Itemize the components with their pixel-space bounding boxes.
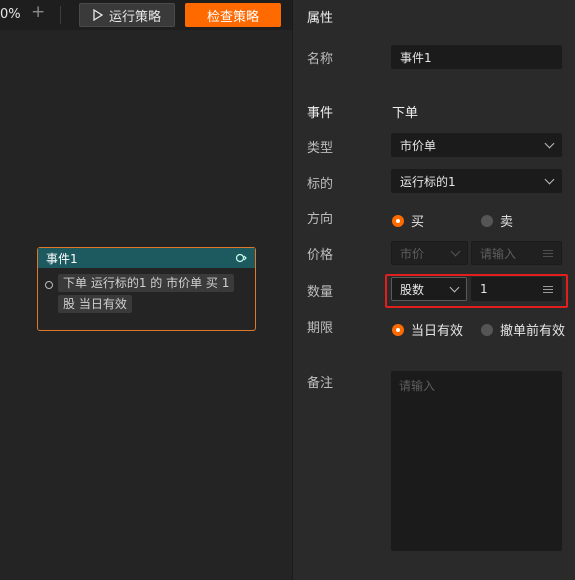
run-strategy-button[interactable]: 运行策略 <box>79 3 175 27</box>
event-node-title: 事件1 <box>46 251 78 266</box>
radio-unchecked-icon <box>481 323 493 336</box>
chevron-down-icon <box>544 138 555 148</box>
direction-label: 方向 <box>307 212 334 227</box>
remark-label: 备注 <box>307 376 334 391</box>
name-input[interactable]: 事件1 <box>391 45 562 69</box>
zoom-in-icon[interactable]: + <box>31 4 45 21</box>
period-label: 期限 <box>307 321 334 336</box>
direction-buy-radio[interactable]: 买 <box>392 211 424 230</box>
period-day-radio[interactable]: 当日有效 <box>392 320 463 339</box>
price-type-value: 市价 <box>400 246 425 261</box>
event-summary-chip: 股 当日有效 <box>58 295 132 313</box>
remark-placeholder: 请输入 <box>399 379 436 393</box>
event-value: 下单 <box>392 106 419 121</box>
period-gtc-label: 撤单前有效 <box>500 324 566 339</box>
input-port-icon[interactable] <box>45 281 53 289</box>
price-label: 价格 <box>307 248 334 263</box>
event-label: 事件 <box>307 106 334 121</box>
quantity-highlight-box <box>385 274 568 308</box>
chevron-down-icon <box>544 174 555 184</box>
order-type-value: 市价单 <box>400 138 437 153</box>
check-strategy-button[interactable]: 检查策略 <box>185 3 281 27</box>
target-value: 运行标的1 <box>400 174 456 189</box>
quantity-label: 数量 <box>307 285 334 300</box>
period-gtc-radio[interactable]: 撤单前有效 <box>481 320 565 339</box>
price-type-select: 市价 <box>391 241 468 265</box>
direction-sell-label: 卖 <box>500 215 514 230</box>
check-strategy-label: 检查策略 <box>206 9 259 25</box>
chevron-down-icon <box>450 246 461 256</box>
remark-textarea[interactable]: 请输入 <box>391 371 562 551</box>
type-label: 类型 <box>307 141 334 156</box>
price-input: 请输入 <box>471 241 562 265</box>
event-summary-chip: 下单 运行标的1 的 市价单 买 1 <box>58 274 235 292</box>
radio-checked-icon <box>392 214 404 227</box>
target-label: 标的 <box>307 177 334 192</box>
event-node-header[interactable]: 事件1 <box>38 248 255 268</box>
run-strategy-label: 运行策略 <box>108 9 161 25</box>
direction-sell-radio[interactable]: 卖 <box>481 211 513 230</box>
price-input-placeholder: 请输入 <box>480 246 517 261</box>
event-node-body: 下单 运行标的1 的 市价单 买 1 股 当日有效 <box>38 268 255 316</box>
toolbar-divider <box>60 6 61 24</box>
order-type-select[interactable]: 市价单 <box>391 133 562 157</box>
name-input-value: 事件1 <box>400 50 432 65</box>
stepper-icon <box>543 249 553 257</box>
output-port-icon[interactable] <box>235 253 247 263</box>
target-select[interactable]: 运行标的1 <box>391 169 562 193</box>
play-icon <box>93 9 103 21</box>
canvas-toolbar: 0% + 运行策略 检查策略 <box>0 0 292 30</box>
period-day-label: 当日有效 <box>411 324 464 339</box>
radio-checked-icon <box>392 323 404 336</box>
panel-title: 属性 <box>307 11 334 26</box>
radio-unchecked-icon <box>481 214 493 227</box>
direction-buy-label: 买 <box>411 215 425 230</box>
zoom-level: 0% <box>0 7 21 22</box>
name-label: 名称 <box>307 52 334 67</box>
event-node[interactable]: 事件1 下单 运行标的1 的 市价单 买 1 股 当日有效 <box>37 247 256 331</box>
